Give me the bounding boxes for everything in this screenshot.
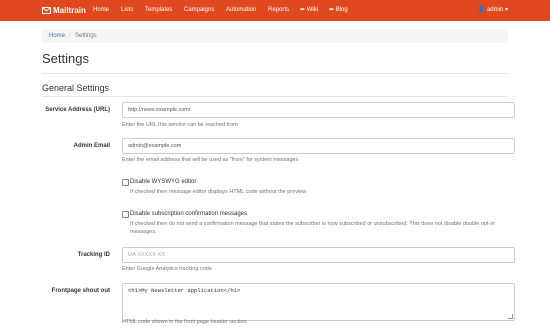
nav-campaigns[interactable]: Campaigns xyxy=(184,0,214,21)
disable-confirmations-label[interactable]: Disable subscription confirmation messag… xyxy=(130,210,247,218)
tracking-id-input[interactable]: UA-XXXXX-XX xyxy=(122,247,515,263)
nav-blog-label: Blog xyxy=(335,7,348,13)
admin-email-input[interactable]: admin@example.com xyxy=(122,138,515,154)
resize-handle[interactable] xyxy=(508,314,513,319)
external-link-icon: ➦ xyxy=(329,7,335,13)
top-navbar: Mailtrain Home Lists Templates Campaigns… xyxy=(0,0,550,21)
divider xyxy=(42,73,508,74)
wysiwyg-label[interactable]: Disable WYSWYG editor xyxy=(130,178,196,186)
external-link-icon: ➦ xyxy=(300,7,306,13)
breadcrumb-separator: / xyxy=(69,33,71,39)
nav-home[interactable]: Home xyxy=(93,0,109,21)
brand-name: Mailtrain xyxy=(53,6,86,15)
disable-confirmations-help: If checked then do not send a confirmati… xyxy=(130,221,495,235)
nav-templates[interactable]: Templates xyxy=(145,0,172,21)
shoutout-label: Frontpage shout out xyxy=(51,288,110,294)
caret-down-icon: ▾ xyxy=(504,7,508,13)
shoutout-textarea[interactable]: <h1>My Newsletter application</h1> xyxy=(122,283,515,321)
nav-blog[interactable]: ➦ Blog xyxy=(329,0,348,21)
nav-wiki-label: Wiki xyxy=(306,7,319,13)
wysiwyg-help: If checked then message editor displays … xyxy=(130,189,307,195)
user-menu[interactable]: 👤 admin ▾ xyxy=(478,0,508,21)
nav-automation[interactable]: Automation xyxy=(226,0,256,21)
envelope-icon xyxy=(42,7,51,14)
brand-link[interactable]: Mailtrain xyxy=(42,0,86,21)
shoutout-help: HTML code shown in the front page header… xyxy=(122,319,247,325)
nav-lists[interactable]: Lists xyxy=(121,0,133,21)
tracking-id-help: Enter Google Analytics tracking code xyxy=(122,266,212,272)
breadcrumb: Home / Settings xyxy=(42,29,508,43)
section-title: General Settings xyxy=(42,83,110,93)
service-url-help: Enter the URL this service can be reache… xyxy=(122,122,238,128)
breadcrumb-home[interactable]: Home xyxy=(49,29,65,43)
page-title: Settings xyxy=(42,51,89,66)
admin-email-label: Admin Email xyxy=(73,143,110,149)
admin-email-help: Enter the email address that will be use… xyxy=(122,157,299,163)
nav-reports[interactable]: Reports xyxy=(268,0,289,21)
service-url-input[interactable]: http://news.example.com/ xyxy=(122,102,515,118)
nav-wiki[interactable]: ➦ Wiki xyxy=(300,0,318,21)
service-url-label: Service Address (URL) xyxy=(45,107,110,113)
shoutout-value: <h1>My Newsletter application</h1> xyxy=(128,287,241,294)
divider xyxy=(42,96,508,97)
wysiwyg-checkbox[interactable] xyxy=(122,179,129,186)
user-name: admin xyxy=(486,7,504,13)
user-icon: 👤 xyxy=(477,7,486,13)
tracking-id-label: Tracking ID xyxy=(77,252,110,258)
breadcrumb-current: Settings xyxy=(75,33,97,39)
disable-confirmations-checkbox[interactable] xyxy=(122,211,129,218)
